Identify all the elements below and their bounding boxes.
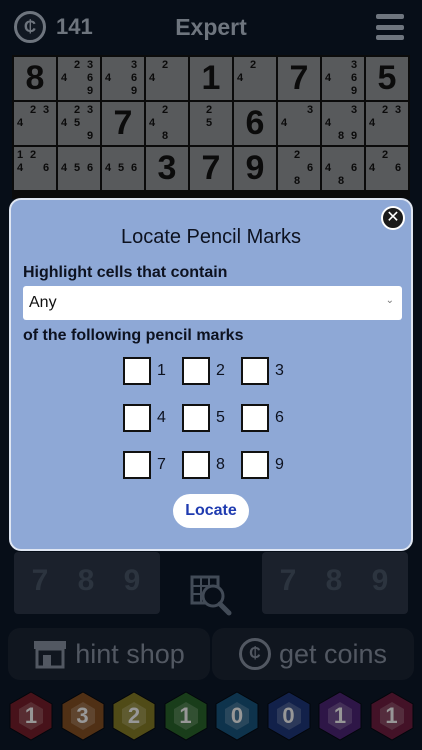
checkbox-label: 4 (157, 409, 166, 426)
pencil-mark-checkbox[interactable]: 3 (241, 356, 301, 386)
pencil-mark-checkbox[interactable]: 7 (123, 450, 183, 480)
checkbox-box[interactable] (123, 357, 151, 385)
checkbox-box[interactable] (241, 404, 269, 432)
checkbox-label: 2 (216, 362, 225, 379)
highlight-label: Highlight cells that contain (23, 264, 228, 281)
checkbox-box[interactable] (182, 451, 210, 479)
checkbox-box[interactable] (123, 451, 151, 479)
pencil-mark-checkbox[interactable]: 1 (123, 356, 183, 386)
match-mode-select[interactable]: Any ⌄ (23, 286, 402, 320)
pencil-mark-checkbox[interactable]: 2 (182, 356, 242, 386)
checkbox-box[interactable] (241, 357, 269, 385)
checkbox-label: 6 (275, 409, 284, 426)
checkbox-label: 1 (157, 362, 166, 379)
pencil-mark-checkbox[interactable]: 4 (123, 403, 183, 433)
checkbox-box[interactable] (123, 404, 151, 432)
checkbox-label: 8 (216, 456, 225, 473)
checkbox-label: 5 (216, 409, 225, 426)
checkbox-label: 3 (275, 362, 284, 379)
checkbox-label: 9 (275, 456, 284, 473)
checkbox-box[interactable] (182, 357, 210, 385)
locate-pencil-marks-dialog: ✕ Locate Pencil Marks Highlight cells th… (9, 198, 413, 551)
chevron-down-icon: ⌄ (385, 295, 394, 306)
dialog-title: Locate Pencil Marks (120, 226, 302, 248)
pencil-mark-checkbox[interactable]: 8 (182, 450, 242, 480)
pencil-mark-checkbox[interactable]: 9 (241, 450, 301, 480)
select-value: Any (29, 294, 57, 311)
checkbox-label: 7 (157, 456, 166, 473)
checkbox-box[interactable] (182, 404, 210, 432)
pencil-mark-checkboxes: 1 2 3 4 5 6 7 8 9 (123, 356, 303, 482)
checkbox-box[interactable] (241, 451, 269, 479)
locate-button[interactable]: Locate (173, 494, 249, 528)
following-label: of the following pencil marks (23, 327, 244, 344)
pencil-mark-checkbox[interactable]: 6 (241, 403, 301, 433)
pencil-mark-checkbox[interactable]: 5 (182, 403, 242, 433)
